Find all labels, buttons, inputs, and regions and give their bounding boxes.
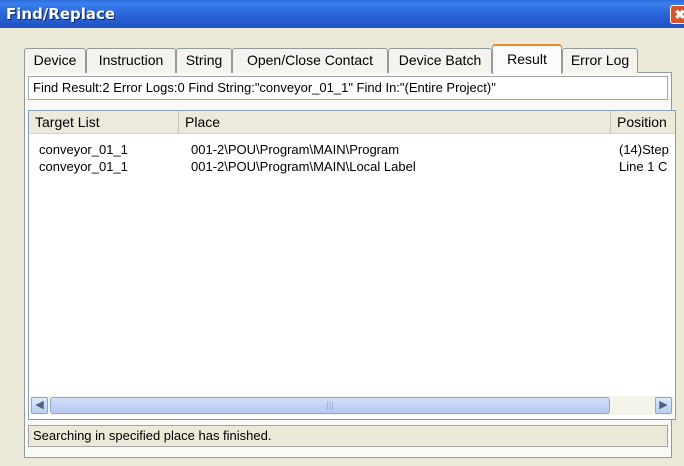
column-header-target-list[interactable]: Target List	[29, 111, 179, 133]
table-row[interactable]: conveyor_01_1 001-2\POU\Program\MAIN\Pro…	[29, 141, 675, 158]
tab-label: Device Batch	[398, 52, 482, 68]
cell-place: 001-2\POU\Program\MAIN\Local Label	[191, 159, 416, 174]
scroll-right-icon[interactable]: ▶	[655, 397, 672, 414]
close-icon[interactable]: ✖	[670, 5, 684, 24]
title-bar[interactable]: Find/Replace ✖	[0, 0, 684, 28]
find-result-summary: Find Result:2 Error Logs:0 Find String:"…	[28, 76, 668, 100]
tab-instruction[interactable]: Instruction	[86, 48, 176, 73]
scroll-left-icon[interactable]: ◀	[31, 397, 48, 414]
tab-label: Result	[507, 51, 547, 67]
window-title: Find/Replace	[6, 5, 116, 23]
tab-label: Instruction	[98, 52, 164, 68]
column-header-place[interactable]: Place	[179, 111, 611, 133]
results-header: Target List Place Position	[29, 111, 675, 134]
tab-open-close-contact[interactable]: Open/Close Contact	[232, 48, 388, 73]
scroll-thumb[interactable]: |||	[50, 397, 610, 414]
tab-label: Open/Close Contact	[246, 52, 374, 68]
cell-place: 001-2\POU\Program\MAIN\Program	[191, 142, 400, 157]
cell-position: Line 1 C	[619, 159, 668, 174]
tab-error-log[interactable]: Error Log	[562, 48, 638, 73]
tab-device-batch[interactable]: Device Batch	[388, 48, 492, 73]
results-list[interactable]: Target List Place Position conveyor_01_1…	[28, 110, 676, 420]
cell-target: conveyor_01_1	[39, 142, 128, 157]
tab-device[interactable]: Device	[24, 48, 86, 73]
tab-label: Error Log	[570, 52, 630, 68]
column-header-position[interactable]: Position	[611, 111, 675, 133]
tab-label: String	[185, 52, 223, 68]
table-row[interactable]: conveyor_01_1 001-2\POU\Program\MAIN\Loc…	[29, 158, 675, 175]
cell-target: conveyor_01_1	[39, 159, 128, 174]
horizontal-scrollbar[interactable]: ◀ ||| ▶	[30, 396, 674, 415]
find-replace-window: Find/Replace ✖ Device Instruction String…	[0, 0, 684, 466]
tab-string[interactable]: String	[176, 48, 232, 73]
tab-label: Device	[33, 52, 77, 68]
status-bar: Searching in specified place has finishe…	[28, 425, 668, 447]
cell-position: (14)Step	[619, 142, 669, 157]
tab-result[interactable]: Result	[492, 44, 562, 74]
